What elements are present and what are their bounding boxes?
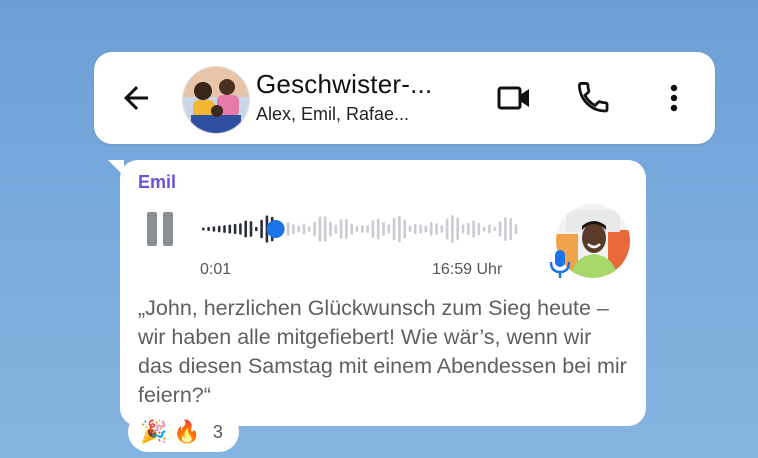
fire-icon: 🔥 [173, 419, 201, 444]
waveform-bar [482, 226, 486, 232]
waveform-bar [419, 224, 422, 234]
waveform-bar [429, 222, 433, 236]
waveform-bar [398, 215, 401, 243]
waveform-bar [318, 216, 322, 242]
waveform-bar [339, 219, 343, 239]
waveform-bar [212, 226, 216, 232]
waveform-bar [498, 221, 502, 237]
waveform-bar [382, 221, 385, 237]
waveform-bar [467, 222, 470, 236]
waveform-bar [488, 224, 491, 234]
waveform-bar [514, 224, 518, 234]
waveform-bar [228, 224, 232, 234]
chat-members[interactable]: Alex, Emil, Rafae... [256, 104, 409, 125]
waveform-bar [297, 225, 300, 233]
waveform-bar [329, 221, 332, 237]
waveform-bar [445, 218, 449, 240]
playback-elapsed: 0:01 [200, 261, 232, 278]
waveform-bar [408, 225, 412, 233]
waveform-bar [345, 219, 348, 239]
waveform-bar [477, 222, 481, 236]
reaction-count: 3 [212, 421, 223, 442]
arrow-back-icon[interactable] [118, 80, 154, 116]
waveform-bar [202, 227, 205, 231]
pause-button[interactable] [144, 212, 174, 248]
waveform-bar [239, 223, 242, 235]
waveform-bar [233, 223, 237, 235]
waveform-bar [323, 216, 327, 242]
more-vertical-icon[interactable] [654, 78, 694, 118]
waveform-bar [302, 223, 306, 235]
waveform-bar [461, 224, 465, 234]
waveform-bar [371, 220, 375, 238]
video-call-icon[interactable] [494, 78, 534, 118]
waveform-bar [414, 223, 417, 235]
waveform-bar [456, 217, 459, 241]
voice-message-bubble: Emil 0:01 16:59 Uhr „John, herzlichen Gl… [120, 160, 646, 426]
pause-icon [147, 212, 157, 246]
waveform-bar [223, 225, 226, 233]
waveform-bar [217, 225, 221, 233]
chat-title[interactable]: Geschwister-... [256, 69, 432, 100]
waveform-bar [260, 219, 263, 239]
waveform-bar [403, 219, 406, 239]
waveform-bar [350, 223, 353, 235]
waveform-bar [435, 223, 438, 235]
group-avatar[interactable] [182, 66, 250, 134]
waveform-bar [286, 222, 290, 236]
sender-name[interactable]: Emil [138, 172, 176, 193]
waveform-bar [249, 221, 253, 237]
microphone-icon [549, 250, 571, 278]
waveform-bar [355, 226, 359, 232]
audio-waveform[interactable] [200, 204, 520, 254]
waveform-bar [313, 221, 316, 237]
waveform-bar [308, 226, 311, 232]
phone-icon[interactable] [574, 78, 614, 118]
waveform-bar [451, 215, 454, 243]
waveform-bar [424, 225, 428, 233]
waveform-bar [366, 225, 369, 233]
waveform-bar [493, 226, 497, 232]
voice-transcript: „John, herzlichen Glückwunsch zum Sieg h… [138, 296, 627, 407]
waveform-bar [207, 226, 210, 232]
reaction-summary[interactable]: 🎉 🔥 3 [130, 414, 237, 450]
waveform-bar [244, 220, 247, 238]
waveform-bar [504, 217, 507, 241]
chat-header: Geschwister-... Alex, Emil, Rafae... [94, 52, 715, 144]
waveform-bar [292, 224, 295, 234]
message-timestamp: 16:59 Uhr [432, 261, 503, 278]
waveform-bar [392, 217, 396, 241]
waveform-bar [472, 220, 475, 238]
waveform-bar [334, 224, 338, 234]
waveform-bar [387, 224, 391, 234]
playback-scrubber[interactable] [266, 220, 285, 238]
waveform-bar [376, 218, 380, 240]
waveform-bar [255, 226, 258, 232]
waveform-bar [440, 225, 444, 233]
waveform-bar [509, 217, 512, 241]
waveform-bar [361, 225, 364, 233]
party-popper-icon: 🎉 [140, 419, 168, 444]
